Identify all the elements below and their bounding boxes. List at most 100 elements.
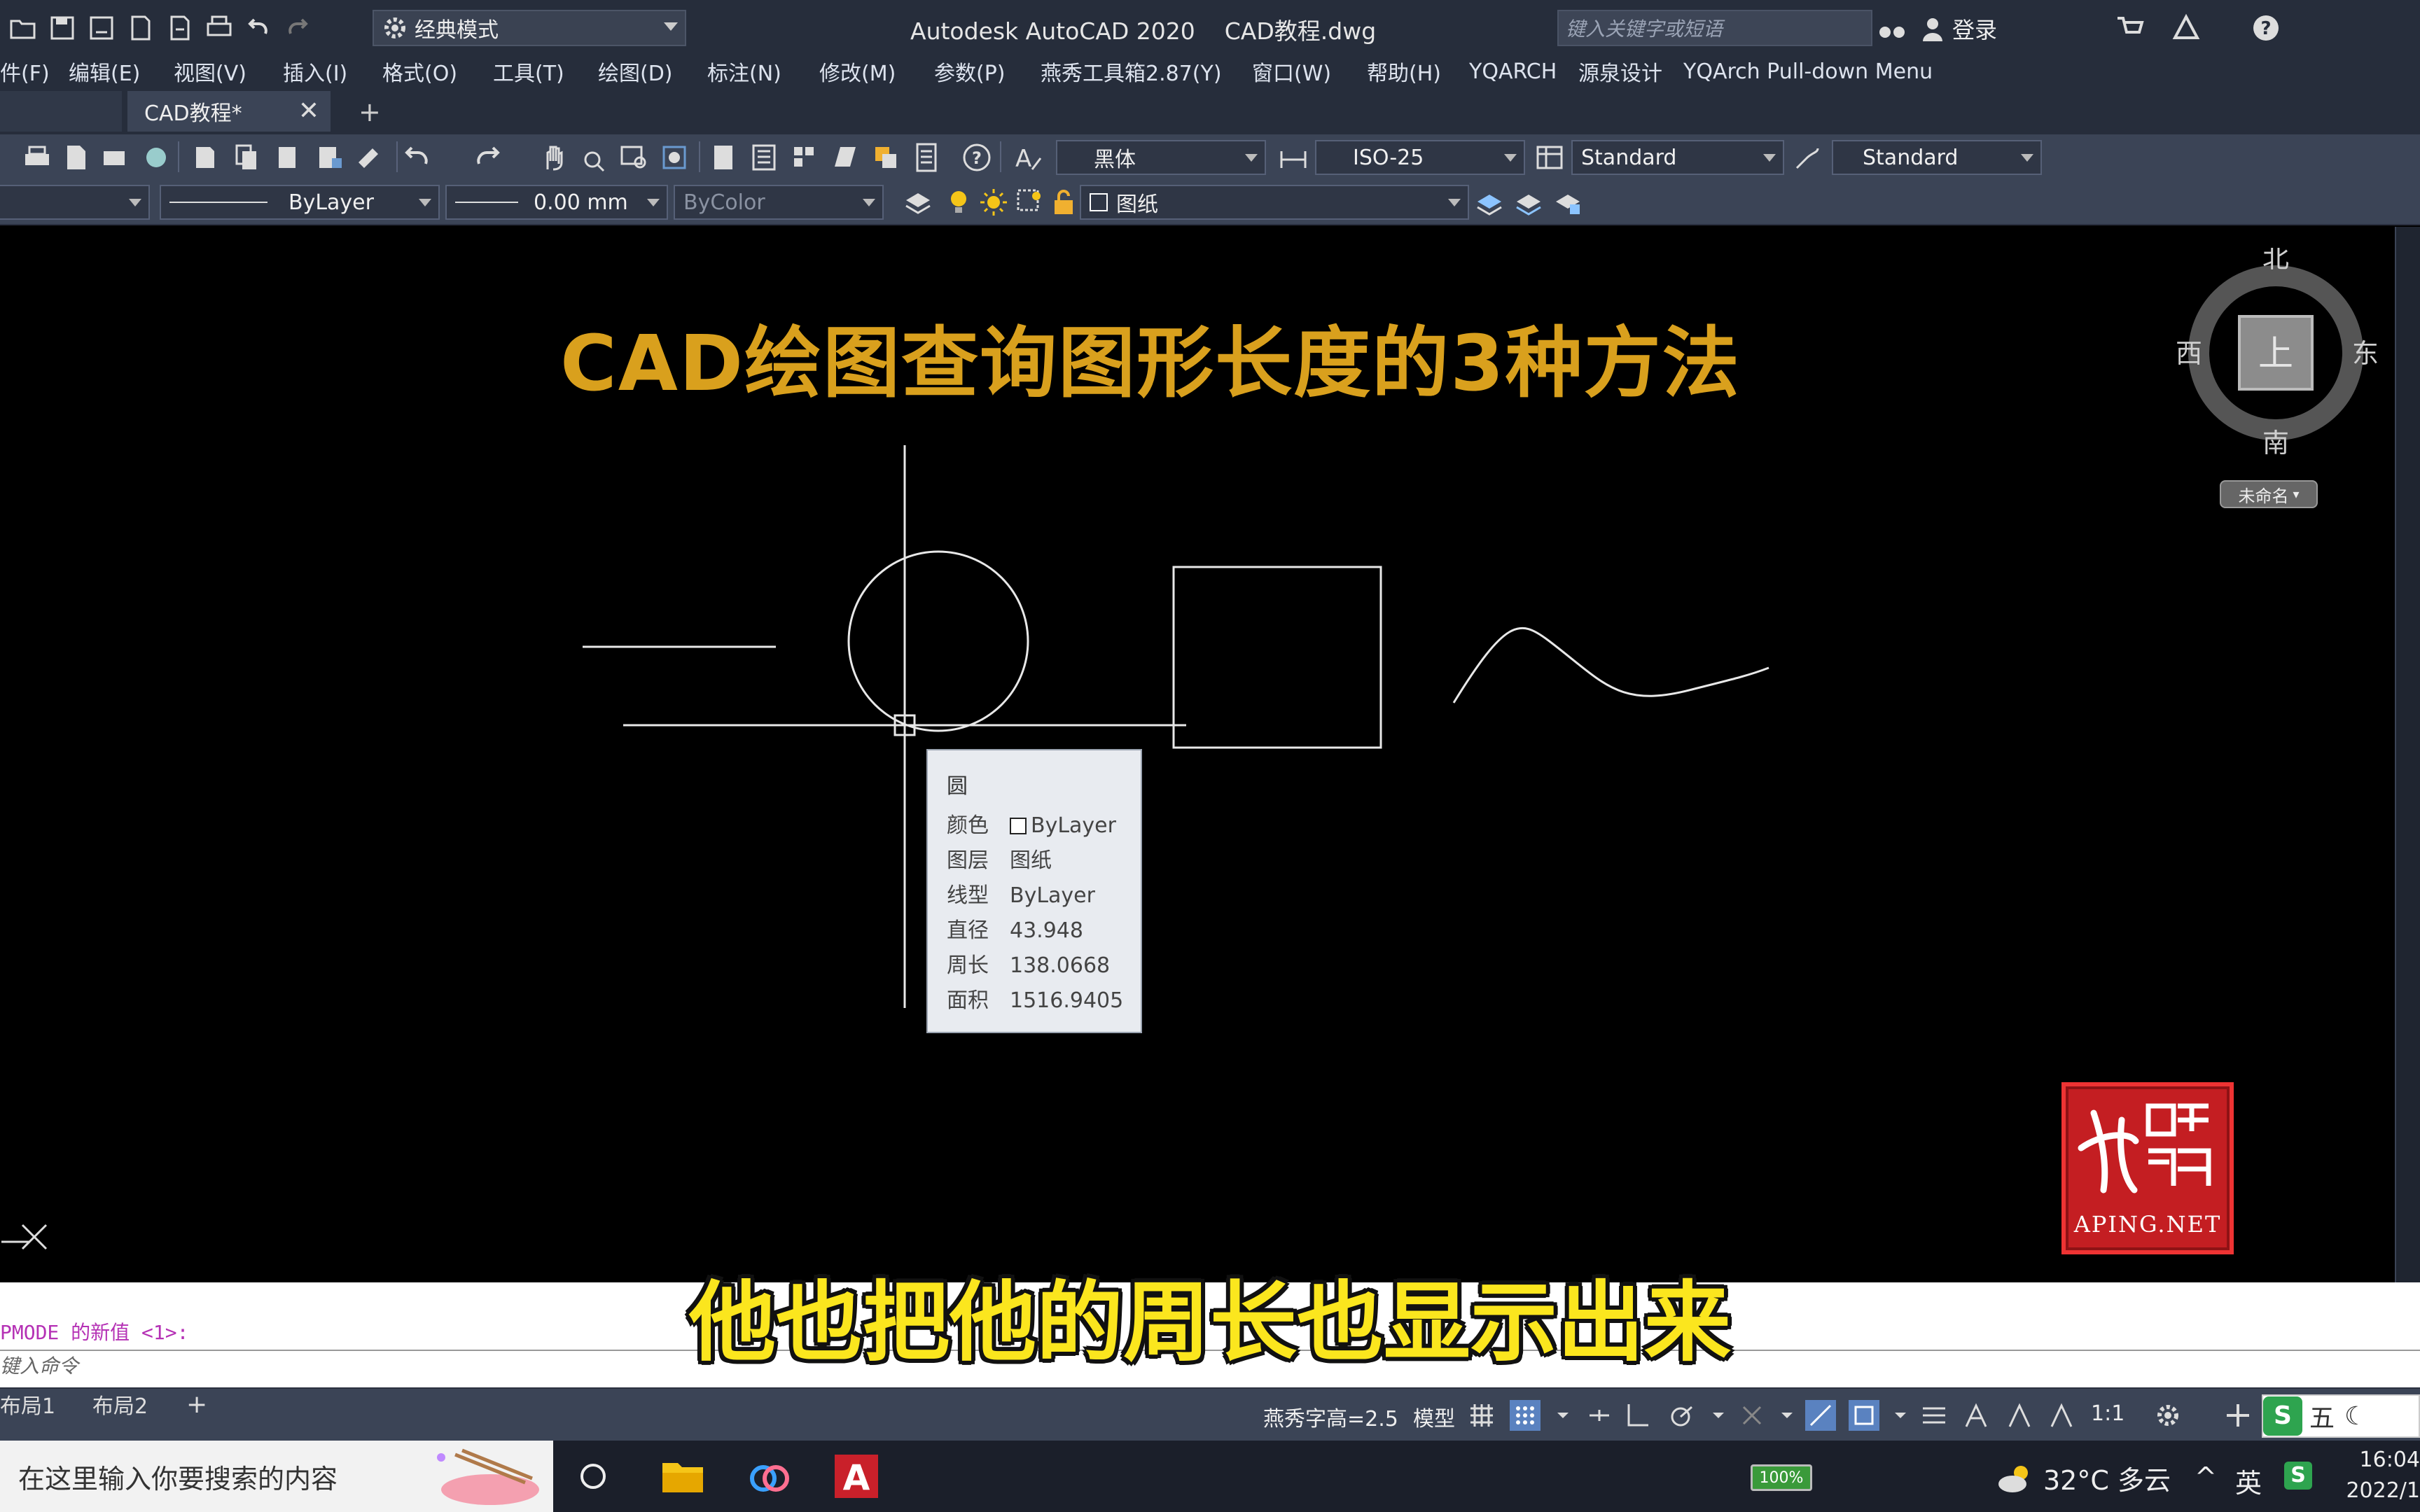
sun-icon[interactable]: [978, 186, 1010, 218]
menu-file[interactable]: 件(F): [0, 56, 50, 87]
chevron-down-icon[interactable]: [1548, 1400, 1578, 1431]
ime-toolbar[interactable]: S 五 ☾: [2262, 1394, 2420, 1438]
file-explorer-icon[interactable]: [657, 1450, 709, 1502]
chevron-down-icon[interactable]: [1703, 1400, 1734, 1431]
a360-icon[interactable]: [2171, 13, 2202, 43]
add-layout-button[interactable]: +: [186, 1389, 207, 1420]
sheet-set-icon[interactable]: [829, 141, 861, 174]
plus-icon[interactable]: [2223, 1400, 2253, 1431]
gear-icon[interactable]: [2153, 1400, 2183, 1431]
sogou-tray-icon[interactable]: S: [2284, 1462, 2312, 1490]
multileader-style-dropdown[interactable]: Standard: [1832, 140, 2042, 175]
system-clock[interactable]: 16:04 2022/1: [2346, 1445, 2420, 1506]
pan-hand-icon[interactable]: [538, 141, 570, 174]
autocad-taskbar-icon[interactable]: A: [830, 1450, 882, 1502]
menu-format[interactable]: 格式(O): [382, 56, 457, 87]
menu-yqarch[interactable]: YQARCH: [1469, 59, 1557, 84]
paste-icon[interactable]: [273, 141, 305, 174]
tool-palettes-icon[interactable]: [788, 141, 821, 174]
help-icon[interactable]: ?: [961, 141, 993, 174]
isodraft-icon[interactable]: [1737, 1400, 1767, 1431]
print-icon[interactable]: [21, 141, 53, 174]
right-tool-strip[interactable]: [2395, 227, 2420, 1282]
dimension-style-dropdown[interactable]: ISO-25: [1315, 140, 1525, 175]
menu-view[interactable]: 视图(V): [174, 56, 246, 87]
3d-print-icon[interactable]: [140, 141, 172, 174]
compass-west[interactable]: 西: [2176, 338, 2202, 369]
task-view-icon[interactable]: [567, 1450, 619, 1502]
zoom-realtime-icon[interactable]: [577, 141, 609, 174]
snap-icon[interactable]: [1510, 1400, 1541, 1431]
menu-tools[interactable]: 工具(T): [493, 56, 564, 87]
object-snap-icon[interactable]: [1849, 1400, 1879, 1431]
compass-north[interactable]: 北: [2262, 248, 2289, 274]
publish-icon[interactable]: [98, 141, 130, 174]
viewcube[interactable]: 上 北 南 西 东: [2171, 248, 2381, 458]
object-snap-tracking-icon[interactable]: [1805, 1400, 1836, 1431]
workspace-dropdown[interactable]: 经典模式: [373, 10, 686, 46]
zoom-previous-icon[interactable]: [658, 141, 690, 174]
make-current-layer-icon[interactable]: [1473, 186, 1505, 218]
weather-widget[interactable]: 32°C 多云: [1996, 1459, 2171, 1497]
layer-previous-icon[interactable]: [1512, 186, 1545, 218]
tab-previous[interactable]: [0, 91, 122, 132]
menu-window[interactable]: 窗口(W): [1252, 56, 1331, 87]
text-style-dropdown[interactable]: 黑体: [1056, 140, 1266, 175]
rectangle-entity[interactable]: [1172, 566, 1382, 749]
redo-icon[interactable]: [281, 12, 314, 44]
lineweight-dropdown[interactable]: 0.00 mm: [445, 185, 668, 220]
chevron-down-icon[interactable]: [1885, 1400, 1916, 1431]
taskbar-search-input[interactable]: 在这里输入你要搜索的内容: [0, 1441, 553, 1512]
cut-icon[interactable]: [189, 141, 221, 174]
spline-entity[interactable]: [1452, 626, 1769, 704]
compass-south[interactable]: 南: [2262, 428, 2289, 458]
tray-chevron-icon[interactable]: ^: [2195, 1462, 2217, 1492]
drawing-area[interactable]: CAD绘图查询图形长度的3种方法 上 北 南 西 东 未命名 ▾ 圆 颜色 ByLa…: [0, 227, 2395, 1282]
menu-edit[interactable]: 编辑(E): [69, 56, 140, 87]
layer-states-icon[interactable]: [1552, 186, 1584, 218]
auto-scale-icon[interactable]: [2004, 1400, 2035, 1431]
undo-icon[interactable]: [402, 141, 434, 174]
properties-icon[interactable]: [707, 141, 739, 174]
menu-yanxiu[interactable]: 燕秀工具箱2.87(Y): [1041, 56, 1222, 87]
binoculars-icon[interactable]: [1877, 13, 1907, 43]
baidu-netdisk-icon[interactable]: [744, 1450, 795, 1502]
menu-modify[interactable]: 修改(M): [819, 56, 896, 87]
menu-draw[interactable]: 绘图(D): [598, 56, 673, 87]
menu-insert[interactable]: 插入(I): [283, 56, 347, 87]
table-style-icon[interactable]: [1534, 141, 1566, 174]
chevron-down-icon[interactable]: [1772, 1400, 1802, 1431]
yanxiu-font-height[interactable]: 燕秀字高=2.5: [1263, 1401, 1398, 1432]
tab-layout2[interactable]: 布局2: [92, 1389, 148, 1420]
export-icon[interactable]: [164, 12, 196, 44]
login-button[interactable]: 登录: [1919, 13, 1997, 45]
annotation-scale-value[interactable]: 1:1: [2091, 1401, 2125, 1426]
help-search-input[interactable]: 键入关键字或短语: [1557, 10, 1872, 46]
lightbulb-icon[interactable]: [943, 186, 975, 218]
menu-yqarch-pulldown[interactable]: YQArch Pull-down Menu: [1683, 59, 1933, 84]
polar-tracking-icon[interactable]: [1667, 1400, 1697, 1431]
multileader-style-icon[interactable]: [1791, 141, 1823, 174]
plot-preview-icon[interactable]: [60, 141, 92, 174]
text-style-icon[interactable]: A: [1013, 141, 1045, 174]
grid-icon[interactable]: [1466, 1400, 1497, 1431]
help-icon[interactable]: ?: [2251, 13, 2281, 43]
layer-dropdown[interactable]: 图纸: [1080, 185, 1469, 220]
new-tab-button[interactable]: +: [359, 97, 381, 127]
save-icon[interactable]: [46, 12, 78, 44]
print-icon[interactable]: [203, 12, 235, 44]
menu-dimension[interactable]: 标注(N): [707, 56, 781, 87]
layer-properties-icon[interactable]: [902, 186, 934, 218]
save-as-icon[interactable]: [85, 12, 118, 44]
lock-icon[interactable]: [1048, 186, 1080, 218]
ucs-menu[interactable]: 未命名 ▾: [2220, 480, 2318, 508]
menu-parametric[interactable]: 参数(P): [934, 56, 1006, 87]
infer-constraints-icon[interactable]: [1584, 1400, 1615, 1431]
annotation-scale-icon[interactable]: [2046, 1400, 2077, 1431]
close-icon[interactable]: ✕: [298, 97, 319, 125]
copy-icon[interactable]: [231, 141, 263, 174]
compass-east[interactable]: 东: [2352, 338, 2379, 369]
paste-special-icon[interactable]: [314, 141, 346, 174]
match-properties-icon[interactable]: [354, 141, 387, 174]
undo-icon[interactable]: [242, 12, 274, 44]
